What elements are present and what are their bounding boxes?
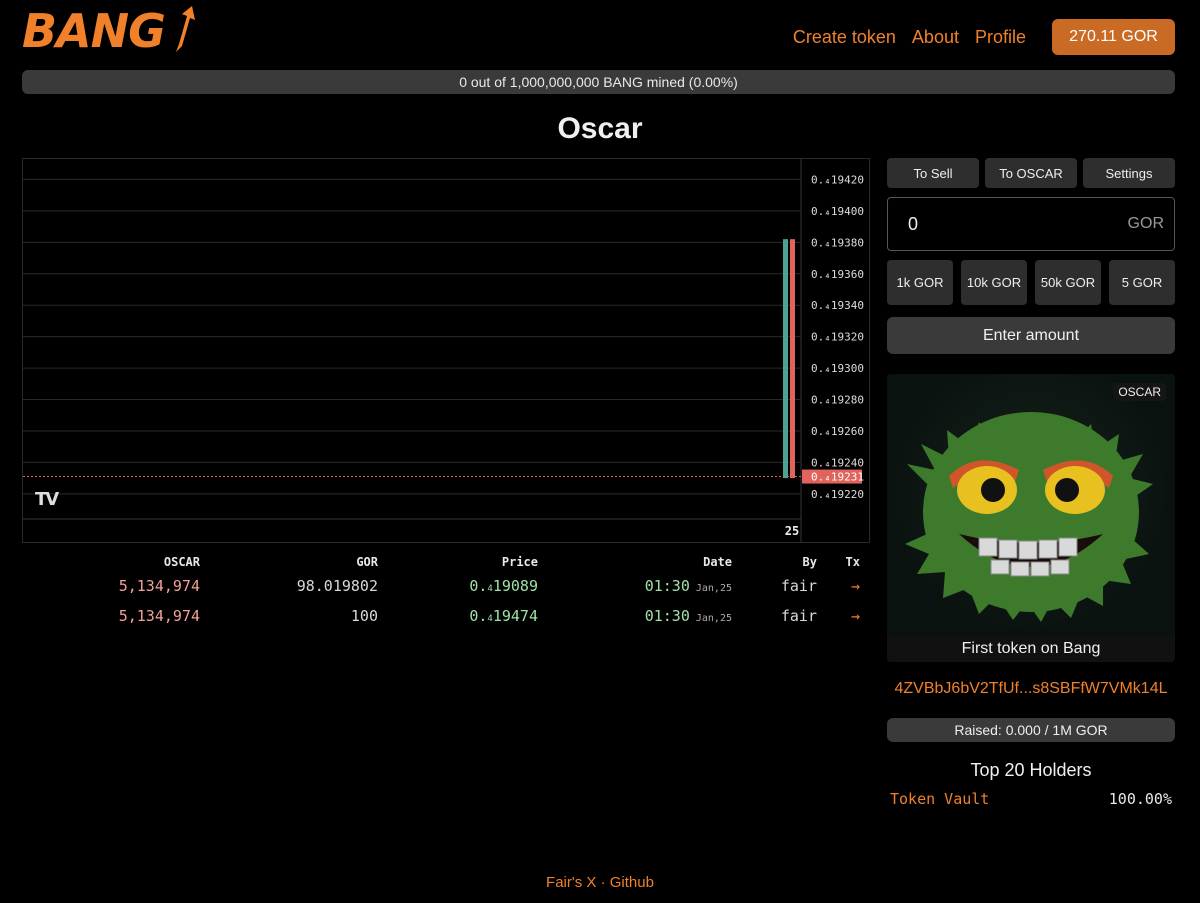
y-tick-label: 0.₄19280 xyxy=(811,394,864,407)
trade-by[interactable]: fair xyxy=(732,577,817,595)
trade-date: 01:30 Jan,25 xyxy=(538,607,732,625)
holder-row: Token Vault 100.00% xyxy=(887,790,1175,808)
trade-by[interactable]: fair xyxy=(732,607,817,625)
page-title: Oscar xyxy=(557,112,643,145)
tab-to-oscar[interactable]: To OSCAR xyxy=(985,158,1077,188)
token-description: First token on Bang xyxy=(887,636,1175,662)
trade-price: 0.419089 xyxy=(378,577,538,595)
tx-link-arrow-icon[interactable]: → xyxy=(817,607,860,625)
price-prefix: 0. xyxy=(469,577,488,595)
trades-table: OSCAR GOR Price Date By Tx 5,134,974 98.… xyxy=(22,553,870,631)
top-nav: Create token About Profile 270.11 GOR xyxy=(777,19,1175,55)
chart-canvas[interactable]: 0.₄19420 0.₄19400 0.₄19380 0.₄19360 0.₄19340… xyxy=(23,159,869,542)
x-tick-label: 25 xyxy=(785,524,799,538)
price-chart[interactable]: 0.₄19420 0.₄19400 0.₄19380 0.₄19360 0.₄19340… xyxy=(22,158,870,543)
trade-tabs: To Sell To OSCAR Settings xyxy=(887,158,1175,188)
trade-time: 01:30 xyxy=(644,607,690,625)
bang-logo[interactable]: BANG xyxy=(22,4,195,58)
amount-input[interactable]: 0 GOR xyxy=(887,197,1175,251)
holder-name[interactable]: Token Vault xyxy=(890,790,989,808)
trade-date: 01:30 Jan,25 xyxy=(538,577,732,595)
y-tick-label: 0.₄19240 xyxy=(811,456,864,469)
logo-text: BANG xyxy=(22,4,166,58)
monster-face-icon xyxy=(905,412,1153,622)
header-token: OSCAR xyxy=(163,555,200,569)
trade-panel: To Sell To OSCAR Settings 0 GOR 1k GOR 1… xyxy=(887,158,1175,808)
mined-progress-bar: 0 out of 1,000,000,000 BANG mined (0.00%… xyxy=(22,70,1175,94)
footer-github-link[interactable]: Github xyxy=(610,874,654,891)
header-tx: Tx xyxy=(845,555,860,569)
about-link[interactable]: About xyxy=(912,27,959,48)
tab-settings[interactable]: Settings xyxy=(1083,158,1175,188)
trades-header-row: OSCAR GOR Price Date By Tx xyxy=(22,553,870,571)
y-tick-label: 0.₄19340 xyxy=(811,299,864,312)
tx-link-arrow-icon[interactable]: → xyxy=(817,577,860,595)
y-tick-label: 0.₄19420 xyxy=(811,173,864,186)
y-tick-label: 0.₄19320 xyxy=(811,331,864,344)
profile-link[interactable]: Profile xyxy=(975,27,1026,48)
holder-percent: 100.00% xyxy=(1108,790,1172,808)
candle xyxy=(783,239,788,479)
amount-value[interactable]: 0 xyxy=(908,214,918,235)
token-address-link[interactable]: 4ZVBbJ6bV2TfUf...s8SBFfW7VMk14L xyxy=(887,680,1175,698)
trade-amount: 5,134,974 xyxy=(118,577,200,595)
trade-day: Jan,25 xyxy=(695,613,732,624)
amount-unit: GOR xyxy=(1127,215,1164,232)
y-tick-label: 0.₄19360 xyxy=(811,268,864,281)
rocket-arrow-icon xyxy=(176,6,195,52)
token-image xyxy=(887,374,1175,636)
candle xyxy=(790,239,795,479)
amount-presets: 1k GOR 10k GOR 50k GOR 5 GOR xyxy=(887,260,1175,305)
price-digits: 19474 xyxy=(492,607,538,625)
table-row: 5,134,974 100 0.419474 01:30 Jan,25 fair … xyxy=(22,601,870,631)
ticker-badge: OSCAR xyxy=(1113,383,1166,401)
create-token-link[interactable]: Create token xyxy=(793,27,896,48)
footer-x-link[interactable]: Fair's X xyxy=(546,874,596,891)
y-tick-label: 0.₄19220 xyxy=(811,488,864,501)
trade-gor: 100 xyxy=(350,607,378,625)
token-card: OSCAR First token on Bang xyxy=(887,374,1175,662)
header-price: Price xyxy=(501,555,538,569)
preset-1k-button[interactable]: 1k GOR xyxy=(887,260,953,305)
holders-title: Top 20 Holders xyxy=(970,760,1092,780)
mined-progress-text: 0 out of 1,000,000,000 BANG mined (0.00%… xyxy=(459,74,738,90)
table-row: 5,134,974 98.019802 0.419089 01:30 Jan,25… xyxy=(22,571,870,601)
preset-5-button[interactable]: 5 GOR xyxy=(1109,260,1175,305)
footer: Fair's X · Github xyxy=(0,874,1200,891)
trade-time: 01:30 xyxy=(644,577,690,595)
y-tick-label: 0.₄19380 xyxy=(811,236,864,249)
y-tick-label: 0.₄19260 xyxy=(811,425,864,438)
trade-day: Jan,25 xyxy=(695,583,732,594)
trade-price: 0.419474 xyxy=(378,607,538,625)
price-digits: 19089 xyxy=(492,577,538,595)
trade-gor: 98.019802 xyxy=(296,577,378,595)
header-date: Date xyxy=(703,555,732,569)
raised-progress-bar: Raised: 0.000 / 1M GOR xyxy=(887,718,1175,742)
raised-progress-text: Raised: 0.000 / 1M GOR xyxy=(954,722,1108,738)
preset-50k-button[interactable]: 50k GOR xyxy=(1035,260,1101,305)
last-price-label: 0.₄19231 xyxy=(811,471,864,484)
wallet-balance-button[interactable]: 270.11 GOR xyxy=(1052,19,1175,55)
y-tick-label: 0.₄19300 xyxy=(811,362,864,375)
preset-10k-button[interactable]: 10k GOR xyxy=(961,260,1027,305)
header-by: By xyxy=(802,555,817,569)
tradingview-logo-icon[interactable]: TV xyxy=(35,489,59,510)
header-gor: GOR xyxy=(356,555,378,569)
tab-to-sell[interactable]: To Sell xyxy=(887,158,979,188)
price-prefix: 0. xyxy=(469,607,488,625)
submit-trade-button[interactable]: Enter amount xyxy=(887,317,1175,354)
y-tick-label: 0.₄19400 xyxy=(811,205,864,218)
trade-amount: 5,134,974 xyxy=(118,607,200,625)
footer-separator: · xyxy=(600,874,606,891)
